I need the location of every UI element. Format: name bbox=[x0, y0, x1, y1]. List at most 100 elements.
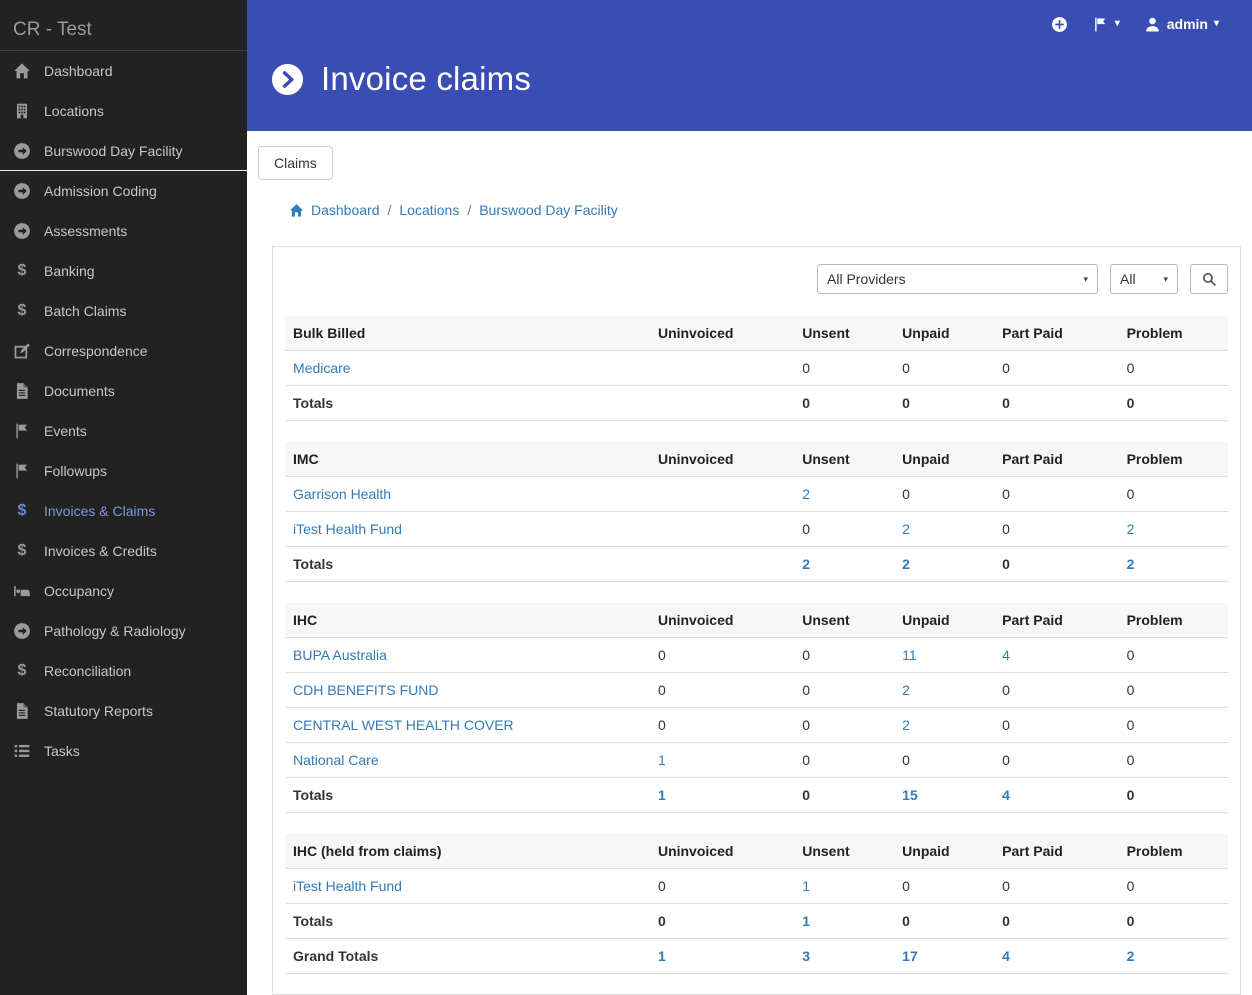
count-link[interactable]: 15 bbox=[902, 787, 918, 803]
sidebar-item-label: Tasks bbox=[44, 743, 80, 759]
column-header-problem: Problem bbox=[1118, 316, 1228, 351]
count-cell bbox=[649, 385, 795, 421]
count-link[interactable]: 2 bbox=[1127, 948, 1135, 964]
add-button[interactable] bbox=[1051, 16, 1068, 33]
sidebar-item-statutory-reports[interactable]: Statutory Reports bbox=[0, 691, 247, 731]
count-cell: 0 bbox=[649, 672, 795, 708]
column-header-unpaid: Unpaid bbox=[894, 316, 995, 351]
count-cell: 0 bbox=[1118, 742, 1228, 778]
count-link[interactable]: 2 bbox=[902, 556, 910, 572]
sidebar-item-invoices-claims[interactable]: $ Invoices & Claims bbox=[0, 491, 247, 531]
count-link[interactable]: 1 bbox=[658, 948, 666, 964]
user-dropdown[interactable]: admin ▾ bbox=[1144, 16, 1219, 33]
count-link[interactable]: 2 bbox=[902, 717, 910, 733]
sidebar-item-documents[interactable]: Documents bbox=[0, 371, 247, 411]
provider-link[interactable]: Medicare bbox=[293, 360, 351, 376]
sidebar-item-label: Admission Coding bbox=[44, 183, 157, 199]
sidebar-item-dashboard[interactable]: Dashboard bbox=[0, 51, 247, 91]
count-cell: 0 bbox=[994, 546, 1119, 582]
home-icon bbox=[13, 62, 31, 80]
table-row: CDH BENEFITS FUND 0 0 2 0 0 bbox=[285, 672, 1228, 708]
breadcrumb-link-locations[interactable]: Locations bbox=[399, 202, 459, 218]
sidebar-item-label: Documents bbox=[44, 383, 115, 399]
count-link[interactable]: 11 bbox=[902, 647, 917, 663]
sidebar-item-label: Burswood Day Facility bbox=[44, 142, 183, 159]
count-link[interactable]: 2 bbox=[1127, 556, 1135, 572]
sidebar-item-label: Invoices & Credits bbox=[44, 543, 157, 559]
count-link[interactable]: 2 bbox=[802, 486, 810, 502]
count-cell: 2 bbox=[794, 476, 895, 512]
sidebar-item-label: Pathology & Radiology bbox=[44, 623, 186, 639]
type-select[interactable]: All ▾ bbox=[1110, 264, 1178, 294]
search-button[interactable] bbox=[1190, 264, 1228, 294]
count-link[interactable]: 2 bbox=[902, 682, 910, 698]
column-header-unpaid: Unpaid bbox=[894, 834, 995, 869]
count-link[interactable]: 4 bbox=[1002, 948, 1010, 964]
dollar-icon: $ bbox=[17, 302, 27, 319]
count-link[interactable]: 2 bbox=[802, 556, 810, 572]
sidebar-item-batch-claims[interactable]: $ Batch Claims bbox=[0, 291, 247, 331]
breadcrumb-separator: / bbox=[387, 202, 392, 218]
column-header-unsent: Unsent bbox=[794, 834, 895, 869]
column-header-unsent: Unsent bbox=[794, 316, 895, 351]
tab-claims[interactable]: Claims bbox=[258, 146, 333, 180]
banner-title-row: Invoice claims bbox=[271, 60, 1219, 98]
provider-cell: iTest Health Fund bbox=[285, 868, 650, 904]
list-icon bbox=[13, 742, 31, 760]
provider-link[interactable]: BUPA Australia bbox=[293, 647, 387, 663]
count-link[interactable]: 1 bbox=[802, 913, 810, 929]
sidebar-item-pathology-radiology[interactable]: Pathology & Radiology bbox=[0, 611, 247, 651]
count-link[interactable]: 1 bbox=[658, 752, 666, 768]
count-link[interactable]: 4 bbox=[1002, 647, 1010, 663]
breadcrumb-link-facility[interactable]: Burswood Day Facility bbox=[479, 202, 618, 218]
count-cell: 17 bbox=[894, 938, 995, 974]
provider-link[interactable]: National Care bbox=[293, 752, 379, 768]
count-link[interactable]: 2 bbox=[1127, 521, 1135, 537]
provider-link[interactable]: Garrison Health bbox=[293, 486, 391, 502]
sidebar-item-occupancy[interactable]: Occupancy bbox=[0, 571, 247, 611]
count-cell bbox=[649, 476, 795, 512]
count-cell: 0 bbox=[1118, 476, 1228, 512]
provider-link[interactable]: iTest Health Fund bbox=[293, 521, 402, 537]
count-cell: 15 bbox=[894, 777, 995, 813]
count-cell: 0 bbox=[894, 476, 995, 512]
sidebar-item-assessments[interactable]: Assessments bbox=[0, 211, 247, 251]
provider-select-value: All Providers bbox=[827, 271, 906, 287]
totals-label-cell: Grand Totals bbox=[285, 938, 650, 974]
count-cell: 2 bbox=[1118, 511, 1228, 547]
sidebar-item-invoices-credits[interactable]: $ Invoices & Credits bbox=[0, 531, 247, 571]
count-link[interactable]: 17 bbox=[902, 948, 918, 964]
bed-icon bbox=[13, 582, 31, 600]
sidebar-item-banking[interactable]: $ Banking bbox=[0, 251, 247, 291]
count-cell: 0 bbox=[794, 350, 895, 386]
provider-link[interactable]: iTest Health Fund bbox=[293, 878, 402, 894]
sidebar-item-locations[interactable]: Locations bbox=[0, 91, 247, 131]
sidebar: CR - Test Dashboard Locations Burswood Day… bbox=[0, 0, 247, 995]
count-cell: 1 bbox=[794, 903, 895, 939]
count-cell: 0 bbox=[994, 672, 1119, 708]
count-link[interactable]: 4 bbox=[1002, 787, 1010, 803]
sidebar-item-admission-coding[interactable]: Admission Coding bbox=[0, 171, 247, 211]
provider-cell: CDH BENEFITS FUND bbox=[285, 672, 650, 708]
count-link[interactable]: 3 bbox=[802, 948, 810, 964]
flag-dropdown[interactable]: ▾ bbox=[1092, 16, 1120, 33]
column-header-part-paid: Part Paid bbox=[994, 442, 1119, 477]
sidebar-item-correspondence[interactable]: Correspondence bbox=[0, 331, 247, 371]
count-link[interactable]: 1 bbox=[802, 878, 810, 894]
sidebar-item-burswood-day-facility[interactable]: Burswood Day Facility bbox=[0, 131, 247, 171]
provider-link[interactable]: CDH BENEFITS FUND bbox=[293, 682, 438, 698]
sidebar-item-tasks[interactable]: Tasks bbox=[0, 731, 247, 771]
provider-select[interactable]: All Providers ▾ bbox=[817, 264, 1098, 294]
sidebar-item-followups[interactable]: Followups bbox=[0, 451, 247, 491]
table-group-title: IHC bbox=[285, 603, 650, 638]
banner-toolbar: ▾ admin ▾ bbox=[271, 0, 1219, 34]
count-cell: 1 bbox=[794, 868, 895, 904]
count-link[interactable]: 2 bbox=[902, 521, 910, 537]
breadcrumb-link-dashboard[interactable]: Dashboard bbox=[311, 202, 380, 218]
count-cell: 4 bbox=[994, 938, 1119, 974]
sidebar-item-events[interactable]: Events bbox=[0, 411, 247, 451]
sidebar-item-reconciliation[interactable]: $ Reconciliation bbox=[0, 651, 247, 691]
count-link[interactable]: 1 bbox=[658, 787, 666, 803]
count-cell: 2 bbox=[1118, 546, 1228, 582]
provider-link[interactable]: CENTRAL WEST HEALTH COVER bbox=[293, 717, 514, 733]
